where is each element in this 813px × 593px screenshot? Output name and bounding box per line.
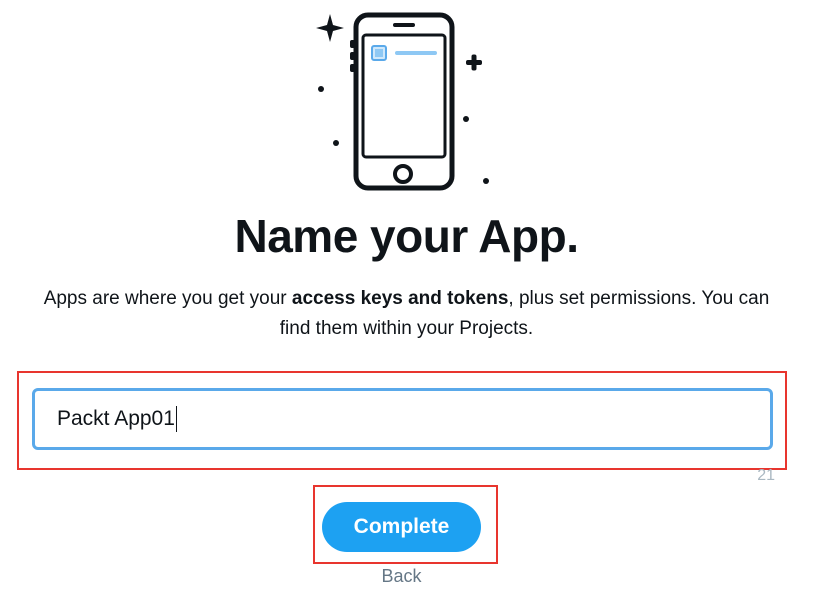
app-name-input[interactable]: Packt App01	[32, 388, 773, 450]
back-link[interactable]: Back	[0, 566, 803, 587]
complete-button[interactable]: Complete	[322, 502, 481, 552]
app-name-value: Packt App01	[57, 407, 175, 430]
phone-illustration-icon	[316, 12, 489, 191]
page-title: Name your App.	[234, 210, 579, 262]
page-description: Apps are where you get your access keys …	[40, 284, 773, 344]
name-app-page: Name your App. Apps are where you get yo…	[0, 0, 813, 593]
character-count: 21	[757, 467, 775, 484]
description-bold-text: access keys and tokens	[291, 288, 509, 309]
description-text-start: Apps are where you get your	[43, 288, 292, 309]
text-cursor	[175, 406, 178, 432]
